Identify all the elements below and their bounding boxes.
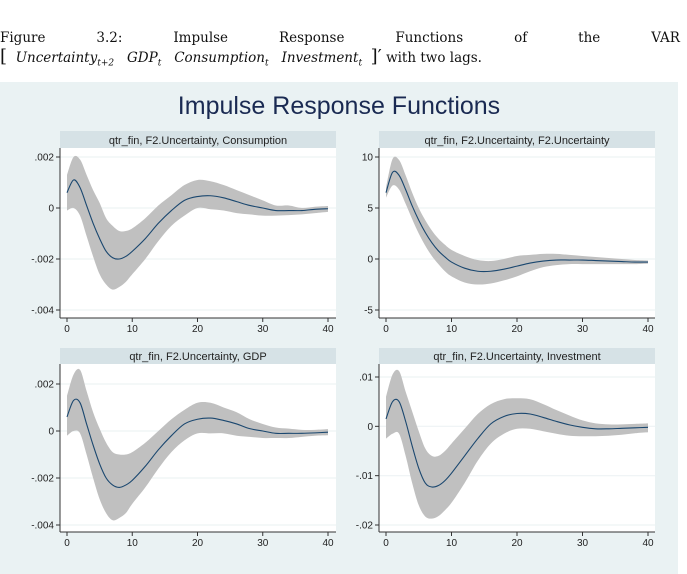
y-tick-label: .002	[35, 380, 55, 391]
y-tick-label: 0	[367, 422, 373, 433]
x-tick-label: 20	[192, 538, 204, 549]
y-tick-label: -.01	[356, 471, 374, 482]
x-tick-label: 20	[192, 324, 204, 335]
y-tick-label: 0	[48, 427, 54, 438]
x-tick-label: 30	[577, 324, 589, 335]
y-tick-label: 0	[367, 255, 373, 266]
x-tick-label: 0	[383, 538, 389, 549]
x-tick-label: 10	[127, 324, 139, 335]
panel-title: qtr_fin, F2.Uncertainty, F2.Uncertainty	[424, 135, 610, 147]
x-tick-label: 30	[577, 538, 589, 549]
y-tick-label: -.02	[356, 521, 374, 532]
x-tick-label: 40	[322, 538, 334, 549]
panel-title: qtr_fin, F2.Uncertainty, Consumption	[109, 135, 287, 147]
x-tick-label: 30	[257, 538, 269, 549]
y-tick-label: .01	[359, 373, 373, 384]
x-tick-label: 30	[257, 324, 269, 335]
x-tick-label: 40	[642, 324, 654, 335]
x-tick-label: 0	[64, 324, 70, 335]
x-tick-label: 10	[446, 324, 458, 335]
panel-title: qtr_fin, F2.Uncertainty, Investment	[433, 351, 600, 363]
x-tick-label: 40	[322, 324, 334, 335]
x-tick-label: 20	[511, 324, 523, 335]
y-tick-label: -.004	[31, 521, 54, 532]
x-tick-label: 0	[64, 538, 70, 549]
x-tick-label: 40	[642, 538, 654, 549]
y-tick-label: 5	[367, 204, 373, 215]
y-tick-label: -5	[364, 306, 373, 317]
y-tick-label: -.002	[31, 474, 54, 485]
y-tick-label: -.004	[31, 306, 54, 317]
panel-title: qtr_fin, F2.Uncertainty, GDP	[129, 351, 266, 363]
y-tick-label: .002	[35, 153, 55, 164]
x-tick-label: 10	[127, 538, 139, 549]
y-tick-label: 10	[362, 153, 374, 164]
x-tick-label: 10	[446, 538, 458, 549]
y-tick-label: 0	[48, 204, 54, 215]
x-tick-label: 20	[511, 538, 523, 549]
x-tick-label: 0	[383, 324, 389, 335]
y-tick-label: -.002	[31, 255, 54, 266]
irf-plot-grid: qtr_fin, F2.Uncertainty, Consumption -.00…	[31, 131, 655, 549]
